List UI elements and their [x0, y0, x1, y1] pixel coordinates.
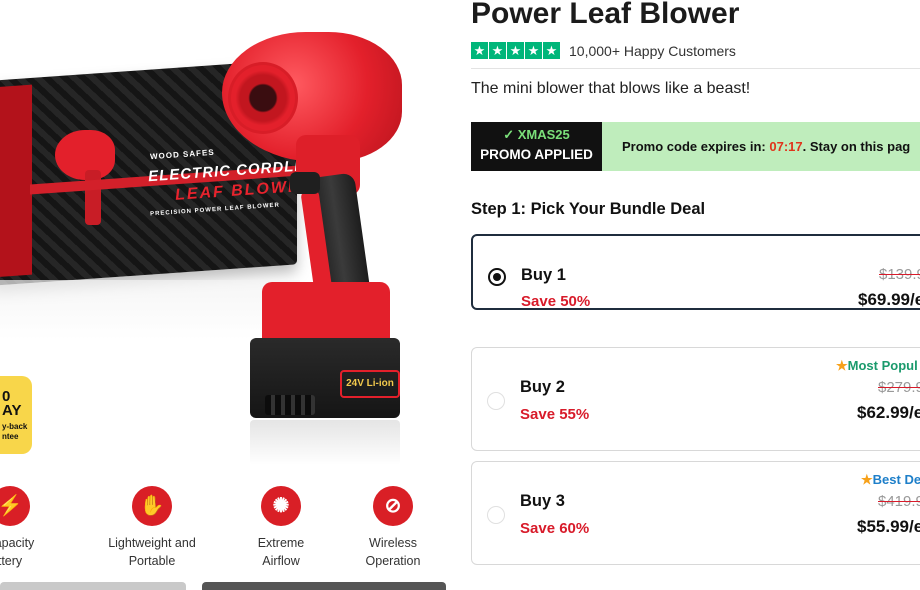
timer-value: 07:17: [769, 139, 803, 154]
promo-code-box: ✓ XMAS25 PROMO APPLIED: [471, 122, 602, 171]
box-side: [0, 84, 32, 278]
badge-label: Most Popul: [847, 358, 918, 373]
guarantee-text: y-back ntee: [2, 422, 28, 441]
offer-name: Buy 3: [520, 492, 565, 510]
feature-list: ⚡ Capacity ttery ✋ Lightweight and Porta…: [0, 486, 455, 568]
offer-price: $62.99/e: [857, 403, 920, 422]
feature-label: Lightweight and Portable: [108, 536, 196, 568]
promo-code-text: XMAS25: [517, 127, 570, 142]
battery-vents: [265, 395, 315, 415]
radio-button[interactable]: [487, 506, 505, 524]
offer-old-price: $139.9: [879, 266, 920, 283]
promo-banner: ✓ XMAS25 PROMO APPLIED Promo code expire…: [471, 122, 920, 171]
badge-label: Best De: [872, 472, 920, 487]
offer-buy-2[interactable]: Buy 2 Save 55% ★Most Popul $279.9 $62.99…: [471, 347, 920, 451]
feature-label: Wireless Operation: [365, 536, 421, 568]
divider: [471, 68, 920, 69]
star-icon: ★: [525, 42, 542, 59]
guarantee-badge: 0 AY y-back ntee: [0, 376, 32, 454]
box-blower-handle: [85, 170, 101, 225]
star-icon: ★: [471, 42, 488, 59]
star-icon: ★: [507, 42, 524, 59]
product-tagline: The mini blower that blows like a beast!: [471, 80, 751, 97]
offer-buy-1[interactable]: Buy 1 Save 50% $139.9 $69.99/e: [471, 234, 920, 310]
offer-price: $69.99/e: [858, 290, 920, 309]
star-icon: ★: [543, 42, 560, 59]
feature-battery: ⚡ Capacity ttery: [0, 486, 70, 570]
airflow-icon: ✺: [261, 486, 301, 526]
blower-trigger: [290, 172, 320, 194]
guarantee-days: 0 AY: [2, 388, 22, 419]
check-icon: ✓: [503, 127, 515, 142]
battery-icon: ⚡: [0, 486, 30, 526]
gallery-thumbnail[interactable]: [202, 582, 446, 590]
hand-icon: ✋: [132, 486, 172, 526]
feature-airflow: ✺ Extreme Airflow: [221, 486, 341, 570]
product-title: Power Leaf Blower: [471, 0, 740, 30]
timer-prefix: Promo code expires in:: [622, 139, 770, 154]
promo-timer: Promo code expires in: 07:17. Stay on th…: [602, 122, 910, 171]
battery-reflection: [250, 420, 400, 465]
feature-label: Capacity ttery: [0, 536, 35, 568]
blower-base: [262, 282, 390, 342]
battery-label: 24V Li-ion: [340, 370, 400, 398]
star-icon: ★: [489, 42, 506, 59]
gallery-thumbnail[interactable]: [0, 582, 186, 590]
timer-suffix: . Stay on this pag: [802, 139, 911, 154]
step-title: Step 1: Pick Your Bundle Deal: [471, 200, 706, 218]
rating-row: ★ ★ ★ ★ ★ 10,000+ Happy Customers: [471, 42, 736, 59]
offer-name: Buy 1: [521, 266, 566, 284]
offer-old-price: $279.9: [878, 379, 920, 396]
product-gallery: WOOD SAFES ELECTRIC CORDLESS LEAF BLOWER…: [0, 0, 455, 590]
blower-nozzle: [228, 62, 298, 134]
radio-button-selected[interactable]: [488, 268, 506, 286]
radio-button[interactable]: [487, 392, 505, 410]
best-deal-badge: ★Best De: [861, 472, 920, 488]
feature-label: Extreme Airflow: [257, 536, 305, 568]
box-reflection: [0, 280, 300, 340]
offer-savings: Save 60%: [520, 520, 590, 537]
offer-old-price: $419.9: [878, 493, 920, 510]
feature-wireless: ⊘ Wireless Operation: [333, 486, 453, 570]
wireless-icon: ⊘: [373, 486, 413, 526]
most-popular-badge: ★Most Popul: [836, 358, 918, 374]
promo-code: ✓ XMAS25: [471, 127, 602, 143]
offer-buy-3[interactable]: Buy 3 Save 60% ★Best De $419.9 $55.99/e: [471, 461, 920, 565]
star-icon: ★: [861, 472, 873, 487]
offer-savings: Save 50%: [521, 293, 591, 310]
offer-savings: Save 55%: [520, 406, 590, 423]
rating-text: 10,000+ Happy Customers: [569, 42, 736, 59]
feature-lightweight: ✋ Lightweight and Portable: [92, 486, 212, 570]
offer-price: $55.99/e: [857, 517, 920, 536]
rating-stars: ★ ★ ★ ★ ★: [471, 42, 560, 59]
offer-name: Buy 2: [520, 378, 565, 396]
main-product-image[interactable]: WOOD SAFES ELECTRIC CORDLESS LEAF BLOWER…: [0, 0, 455, 470]
star-icon: ★: [836, 358, 848, 373]
promo-applied-label: PROMO APPLIED: [480, 147, 593, 162]
